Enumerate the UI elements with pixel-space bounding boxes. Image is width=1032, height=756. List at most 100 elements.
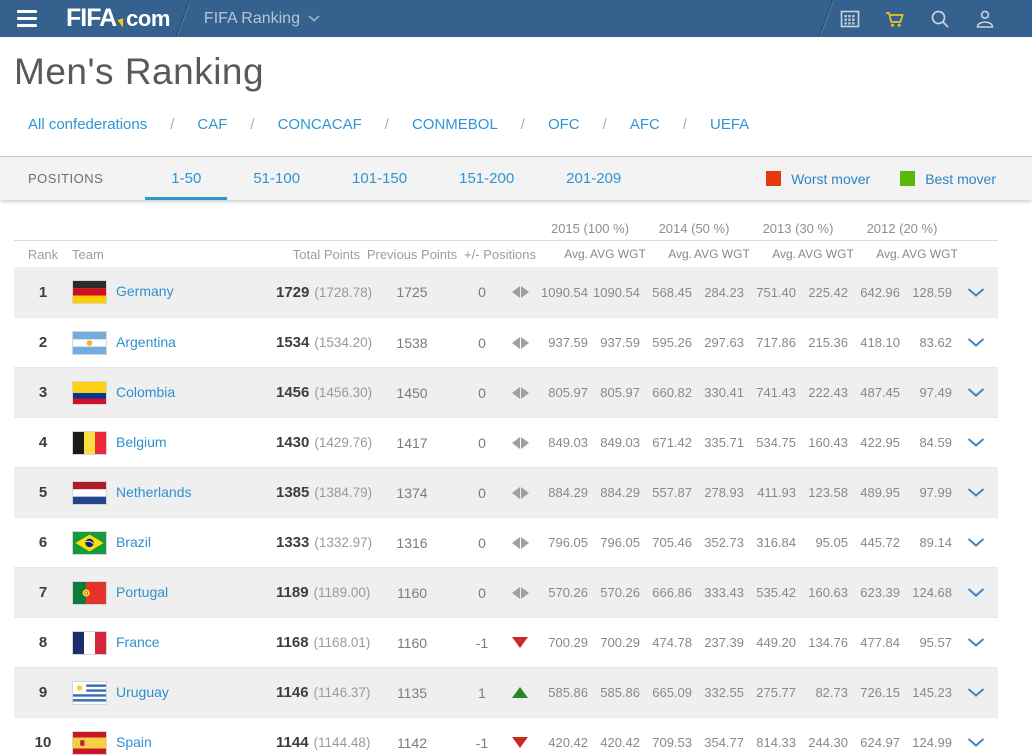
confederation-link-conmebol[interactable]: CONMEBOL [412, 116, 498, 133]
search-icon[interactable] [929, 8, 951, 30]
avg-value: 123.58 [798, 485, 850, 500]
expand-chevron-icon [967, 288, 985, 297]
team-link[interactable]: Colombia [116, 384, 175, 400]
header-divider [176, 0, 190, 37]
confederation-link-concacaf[interactable]: CONCACAF [278, 116, 362, 133]
hamburger-menu-icon[interactable] [0, 0, 54, 37]
positions-change: 0 [462, 284, 502, 300]
avg-value: 570.26 [538, 585, 590, 600]
previous-points: 1374 [362, 485, 462, 501]
team-link[interactable]: France [116, 634, 160, 650]
avg-value: 489.95 [850, 485, 902, 500]
previous-points: 1160 [362, 635, 462, 651]
confederation-link-all-confederations[interactable]: All confederations [28, 116, 147, 133]
team-link[interactable]: Argentina [116, 334, 176, 350]
expand-row-button[interactable] [954, 438, 998, 447]
total-points: 1146(1146.37) [276, 684, 362, 701]
tab-201-209[interactable]: 201-209 [540, 157, 647, 200]
flag-netherlands [72, 481, 116, 505]
expand-row-button[interactable] [954, 288, 998, 297]
avg-value: 160.43 [798, 435, 850, 450]
total-points: 1168(1168.01) [276, 634, 362, 651]
rank: 10 [14, 734, 72, 751]
expand-chevron-icon [967, 488, 985, 497]
avg-value: 937.59 [590, 335, 642, 350]
team-link[interactable]: Spain [116, 734, 152, 750]
avg-value: 82.73 [798, 685, 850, 700]
chevron-down-icon [308, 15, 320, 22]
rank: 3 [14, 384, 72, 401]
top-navigation-bar: FIFA com FIFA Ranking [0, 0, 1032, 37]
confederation-separator: / [521, 116, 525, 133]
expand-row-button[interactable] [954, 488, 998, 497]
header-avg: Avg. [538, 247, 590, 261]
avg-value: 297.63 [694, 335, 746, 350]
previous-points: 1450 [362, 385, 462, 401]
calendar-icon[interactable] [839, 8, 861, 30]
team-link[interactable]: Germany [116, 283, 174, 299]
tab-101-150[interactable]: 101-150 [326, 157, 433, 200]
mover-legend: Worst mover Best mover [766, 171, 996, 187]
confederation-link-uefa[interactable]: UEFA [710, 116, 749, 133]
avg-value: 95.05 [798, 535, 850, 550]
avg-value: 445.72 [850, 535, 902, 550]
flag-spain [72, 731, 116, 755]
no-movement-icon [502, 437, 538, 449]
avg-value: 487.45 [850, 385, 902, 400]
tab-151-200[interactable]: 151-200 [433, 157, 540, 200]
avg-value: 411.93 [746, 485, 798, 500]
confederation-link-afc[interactable]: AFC [630, 116, 660, 133]
team-link[interactable]: Netherlands [116, 484, 192, 500]
tab-51-100[interactable]: 51-100 [227, 157, 326, 200]
positions-change: -1 [462, 735, 502, 751]
tab-1-50[interactable]: 1-50 [145, 157, 227, 200]
no-movement-icon [502, 487, 538, 499]
avg-value: 557.87 [642, 485, 694, 500]
table-row: 7 Portugal 1189(1189.00) 1160 0 570.2657… [14, 567, 998, 617]
expand-row-button[interactable] [954, 338, 998, 347]
no-movement-icon [502, 587, 538, 599]
avg-value: 570.26 [590, 585, 642, 600]
header-avg-wgt: AVG WGT [590, 247, 642, 261]
total-points: 1144(1144.48) [276, 734, 362, 751]
legend-worst-mover: Worst mover [766, 171, 870, 187]
total-points: 1456(1456.30) [276, 384, 362, 401]
expand-row-button[interactable] [954, 538, 998, 547]
expand-chevron-icon [967, 638, 985, 647]
avg-value: 884.29 [538, 485, 590, 500]
movement-down-icon [502, 637, 538, 648]
positions-label: POSITIONS [28, 171, 103, 186]
avg-value: 354.77 [694, 735, 746, 750]
avg-value: 124.99 [902, 735, 954, 750]
avg-value: 585.86 [538, 685, 590, 700]
avg-value: 418.10 [850, 335, 902, 350]
cart-icon[interactable] [884, 8, 906, 30]
team-link[interactable]: Belgium [116, 434, 167, 450]
expand-chevron-icon [967, 738, 985, 747]
team-link[interactable]: Portugal [116, 584, 168, 600]
confederation-separator: / [603, 116, 607, 133]
avg-value: 666.86 [642, 585, 694, 600]
avg-value: 95.57 [902, 635, 954, 650]
avg-value: 660.82 [642, 385, 694, 400]
team-link[interactable]: Uruguay [116, 684, 169, 700]
expand-row-button[interactable] [954, 738, 998, 747]
page-title: Men's Ranking [14, 51, 1032, 93]
team-link[interactable]: Brazil [116, 534, 151, 550]
avg-value: 83.62 [902, 335, 954, 350]
expand-row-button[interactable] [954, 588, 998, 597]
expand-row-button[interactable] [954, 688, 998, 697]
confederation-link-ofc[interactable]: OFC [548, 116, 580, 133]
fifa-ranking-dropdown[interactable]: FIFA Ranking [204, 10, 320, 28]
avg-value: 124.68 [902, 585, 954, 600]
expand-chevron-icon [967, 588, 985, 597]
expand-row-button[interactable] [954, 638, 998, 647]
breadcrumb-label: FIFA Ranking [204, 10, 300, 28]
header-rank: Rank [14, 247, 72, 262]
user-icon[interactable] [974, 8, 996, 30]
avg-value: 849.03 [538, 435, 590, 450]
fifa-logo[interactable]: FIFA com [66, 4, 170, 33]
avg-value: 225.42 [798, 285, 850, 300]
expand-row-button[interactable] [954, 388, 998, 397]
confederation-link-caf[interactable]: CAF [197, 116, 227, 133]
